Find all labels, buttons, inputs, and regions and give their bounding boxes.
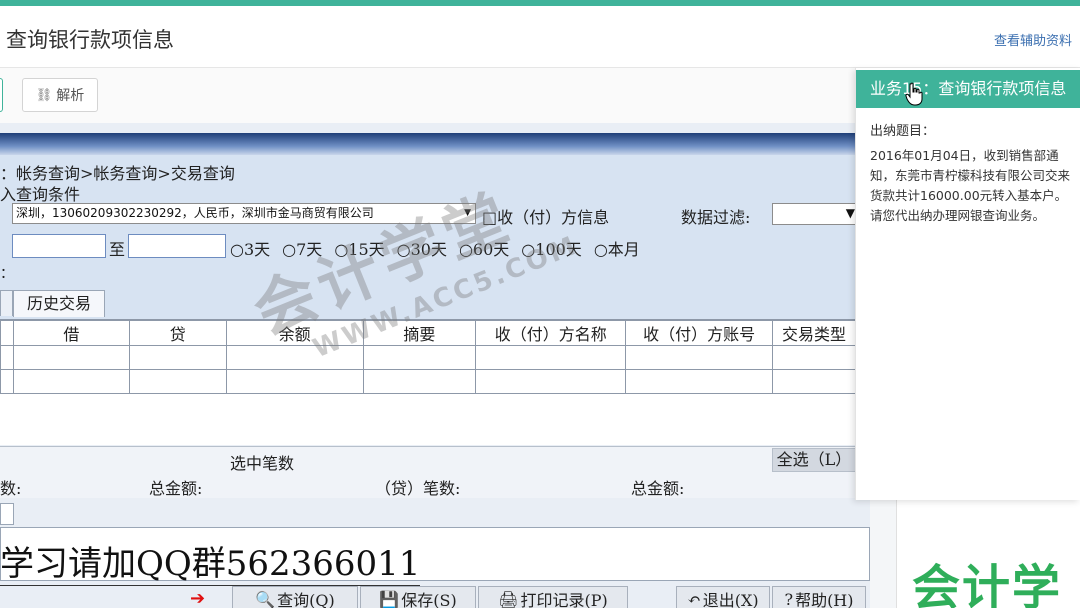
save-icon: 💾	[379, 589, 400, 608]
table-row[interactable]	[0, 369, 856, 394]
transaction-table: 借 贷 余额 摘要 收（付）方名称 收（付）方账号 交易类型	[0, 319, 856, 445]
page-title: 查询银行款项信息	[6, 28, 174, 52]
analyze-label: 解析	[56, 88, 85, 104]
help-icon: ?	[784, 589, 794, 608]
selected-count-label: 选中笔数	[230, 454, 295, 473]
party-info-checkbox[interactable]: □收（付）方信息	[482, 204, 609, 228]
table-row[interactable]	[0, 345, 856, 370]
exit-button[interactable]: ↶ 退出(X)	[676, 586, 770, 608]
dropdown-arrow-icon: ▼	[845, 206, 855, 220]
toolbar: ⛓ 解析	[0, 68, 855, 123]
account-select-value: 深圳，13060209302230292，人民币，深圳市金马商贸有限公司	[16, 206, 374, 220]
query-button-label: 查询(Q)	[277, 591, 335, 608]
task-question-text: 2016年01月04日，收到销售部通知，东莞市青柠檬科技有限公司交来货款共计16…	[870, 148, 1071, 223]
save-button-label: 保存(S)	[401, 591, 457, 608]
search-icon: 🔍	[255, 589, 276, 608]
date-from-input[interactable]	[12, 234, 106, 258]
range-this-month-radio[interactable]: ○本月	[594, 236, 640, 260]
date-to-label: 至	[109, 240, 126, 259]
exit-icon: ↶	[687, 589, 701, 608]
analyze-button[interactable]: ⛓ 解析	[22, 78, 98, 112]
range-60-days-radio[interactable]: ○60天	[459, 236, 509, 260]
view-aux-materials-link[interactable]: 查看辅助资料	[994, 30, 1072, 49]
account-select[interactable]: 深圳，13060209302230292，人民币，深圳市金马商贸有限公司 ▼	[12, 203, 476, 224]
date-range-options: ○3天 ○7天 ○15天 ○30天 ○60天 ○100天 ○本月	[230, 236, 652, 260]
task-panel: 业务15：查询银行款项信息 出纳题目： 2016年01月04日，收到销售部通知，…	[855, 68, 1080, 500]
credit-count-label: （贷）笔数:	[375, 479, 461, 498]
column-header-balance[interactable]: 余额	[225, 320, 364, 346]
small-tab[interactable]	[0, 503, 14, 525]
range-100-days-radio[interactable]: ○100天	[521, 236, 582, 260]
range-7-days-radio[interactable]: ○7天	[282, 236, 322, 260]
tab-history-transactions[interactable]: 历史交易	[13, 290, 105, 317]
partial-label: ：	[0, 266, 14, 282]
app-title-band	[0, 133, 870, 155]
column-header-debit[interactable]: 借	[12, 320, 130, 346]
promo-text: 学习请加QQ群562366011	[0, 536, 421, 586]
column-header-transaction-type[interactable]: 交易类型	[772, 320, 856, 346]
data-filter-select[interactable]: ▼	[772, 203, 862, 225]
link-icon: ⛓	[35, 87, 53, 103]
column-header-party-name[interactable]: 收（付）方名称	[475, 320, 627, 346]
data-filter-label: 数据过滤:	[681, 208, 751, 227]
page-header: 查询银行款项信息 查看辅助资料	[0, 6, 1080, 68]
select-all-button[interactable]: 全选（L）	[772, 448, 856, 472]
range-30-days-radio[interactable]: ○30天	[397, 236, 447, 260]
save-button[interactable]: 💾 保存(S)	[360, 586, 476, 608]
table-header-row: 借 贷 余额 摘要 收（付）方名称 收（付）方账号 交易类型	[0, 320, 856, 346]
column-header-credit[interactable]: 贷	[128, 320, 227, 346]
task-title[interactable]: 业务15：查询银行款项信息	[856, 70, 1080, 108]
red-pointer-arrow-icon: ➔	[190, 588, 206, 608]
date-to-input[interactable]	[128, 234, 226, 258]
debit-total-amount-label: 总金额:	[149, 479, 203, 498]
hand-cursor-icon	[905, 82, 923, 106]
print-records-button[interactable]: 🖨 打印记录(P)	[478, 586, 628, 608]
column-header-party-account[interactable]: 收（付）方账号	[625, 320, 774, 346]
toolbar-left-button[interactable]	[0, 78, 3, 112]
range-3-days-radio[interactable]: ○3天	[230, 236, 270, 260]
debit-count-label: 数:	[0, 479, 22, 498]
brand-logo: 会计学	[912, 560, 1063, 608]
credit-total-amount-label: 总金额:	[631, 479, 685, 498]
print-records-button-label: 打印记录(P)	[520, 591, 608, 608]
printer-icon: 🖨	[498, 589, 519, 608]
column-header-summary[interactable]: 摘要	[362, 320, 477, 346]
query-button[interactable]: 🔍 查询(Q)	[232, 586, 358, 608]
range-15-days-radio[interactable]: ○15天	[334, 236, 384, 260]
help-button-label: 帮助(H)	[795, 591, 854, 608]
task-question-label: 出纳题目：	[870, 124, 936, 139]
help-button[interactable]: ? 帮助(H)	[772, 586, 866, 608]
dropdown-arrow-icon: ▼	[464, 208, 471, 218]
tab-previous[interactable]	[0, 290, 13, 316]
query-condition-label: 入查询条件	[0, 185, 81, 204]
exit-button-label: 退出(X)	[702, 591, 759, 608]
column-header-blank	[0, 320, 14, 346]
